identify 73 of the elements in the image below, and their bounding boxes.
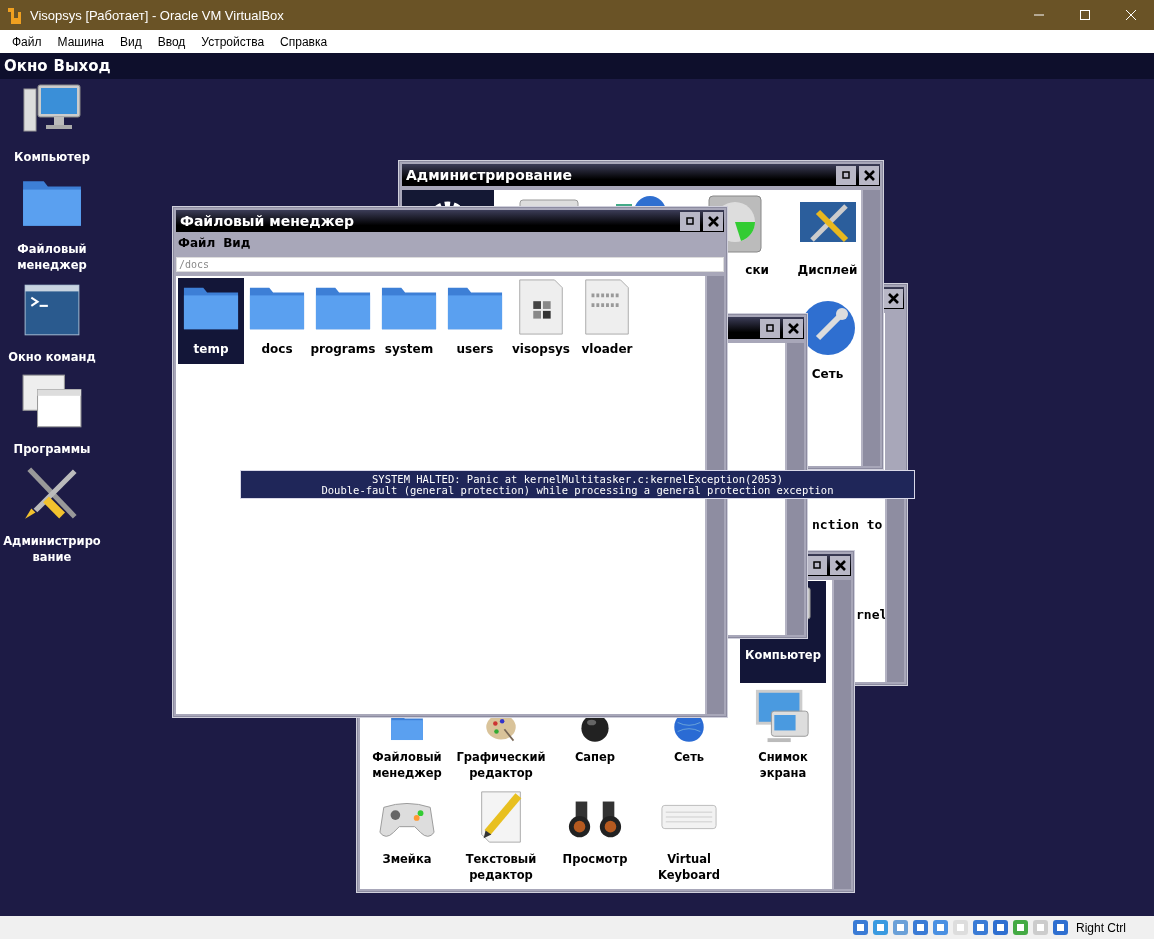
desktop-icon-label[interactable]: Программы	[1, 441, 103, 457]
window-title: Администрирование	[406, 167, 574, 183]
restore-icon	[686, 217, 694, 225]
restore-icon	[766, 324, 774, 332]
program-label[interactable]: Сеть	[673, 749, 705, 765]
close-icon	[707, 215, 719, 227]
program-label[interactable]: Змейка	[382, 851, 432, 867]
menu-item[interactable]: Машина	[49, 34, 112, 49]
scrollbar[interactable]	[832, 580, 851, 889]
desktop-icon-label[interactable]: Компьютер	[1, 149, 103, 165]
menu-item[interactable]: Вид	[223, 236, 251, 250]
desktop-icon-label[interactable]: Файловый менеджер	[1, 241, 103, 273]
device-status-icon[interactable]	[912, 919, 929, 936]
close-icon	[863, 169, 875, 181]
file-label[interactable]: docs	[261, 342, 293, 356]
file-label[interactable]: temp	[193, 342, 229, 356]
close-icon	[887, 292, 899, 304]
device-status-icon[interactable]	[892, 919, 909, 936]
close-button[interactable]	[703, 211, 723, 231]
scrollbar[interactable]	[861, 190, 880, 466]
app-logo-icon	[6, 6, 22, 24]
restore-button[interactable]	[836, 165, 856, 185]
desktop-icon-label[interactable]: Окно команд	[1, 349, 103, 365]
program-label[interactable]: Снимок экрана	[758, 749, 808, 781]
text-line: nction to	[812, 517, 883, 532]
file-label[interactable]: system	[384, 342, 434, 356]
close-icon	[834, 559, 846, 571]
admin-item-label[interactable]: ски	[745, 262, 769, 278]
close-button[interactable]	[830, 555, 850, 575]
program-label[interactable]: Virtual Keyboard	[658, 851, 720, 883]
device-status-icon[interactable]	[872, 919, 889, 936]
menu-item[interactable]: Устройства	[193, 34, 273, 49]
file-label[interactable]: visopsys	[512, 342, 570, 356]
restore-icon	[813, 561, 821, 569]
maximize-icon	[1080, 10, 1090, 20]
program-label[interactable]: Текстовый редактор	[465, 851, 537, 883]
restore-icon	[842, 171, 850, 179]
file-label[interactable]: programs	[310, 342, 376, 356]
panic-text: Double-fault (general protection) while processing a general protection exception	[321, 484, 834, 496]
menu-item[interactable]: Окно	[4, 57, 48, 75]
program-label[interactable]: Просмотр	[562, 851, 628, 867]
device-status-icon[interactable]	[1052, 919, 1069, 936]
path-field[interactable]: /docs	[176, 257, 724, 272]
menu-item[interactable]: Файл	[178, 236, 216, 250]
menu-item[interactable]: Справка	[272, 34, 336, 49]
file-label[interactable]: users	[456, 342, 494, 356]
restore-button[interactable]	[760, 318, 780, 338]
program-label[interactable]: Файловый менеджер	[372, 749, 442, 781]
device-status-icon[interactable]	[992, 919, 1009, 936]
host-window-title: Visopsys [Работает] - Oracle VM VirtualBox	[30, 7, 285, 23]
panic-text: SYSTEM HALTED: Panic at kernelMultitasker.c:kernelException(2053)	[372, 473, 783, 485]
close-button[interactable]	[783, 318, 803, 338]
restore-button[interactable]	[680, 211, 700, 231]
desktop-icon-label[interactable]: Администрирование	[1, 533, 103, 565]
program-label[interactable]: Сапер	[574, 749, 616, 765]
menu-item[interactable]: Файл	[4, 34, 50, 49]
close-icon	[1126, 10, 1136, 20]
program-label[interactable]: Графический редактор	[456, 749, 546, 781]
file-label[interactable]: vloader	[581, 342, 633, 356]
menu-item[interactable]: Ввод	[149, 34, 194, 49]
device-status-icon[interactable]	[972, 919, 989, 936]
program-label[interactable]: Компьютер	[745, 647, 821, 663]
host-key-label: Right Ctrl	[1076, 920, 1126, 935]
menu-item[interactable]: Вид	[111, 34, 150, 49]
device-status-icon[interactable]	[932, 919, 949, 936]
close-icon	[787, 322, 799, 334]
menu-item[interactable]: Выход	[53, 57, 111, 75]
admin-item-label[interactable]: Дисплей	[797, 262, 858, 278]
close-button[interactable]	[859, 165, 879, 185]
device-status-icon[interactable]	[1012, 919, 1029, 936]
admin-item-label[interactable]: Сеть	[811, 366, 844, 382]
device-status-icon[interactable]	[852, 919, 869, 936]
window-title: Файловый менеджер	[180, 213, 356, 229]
